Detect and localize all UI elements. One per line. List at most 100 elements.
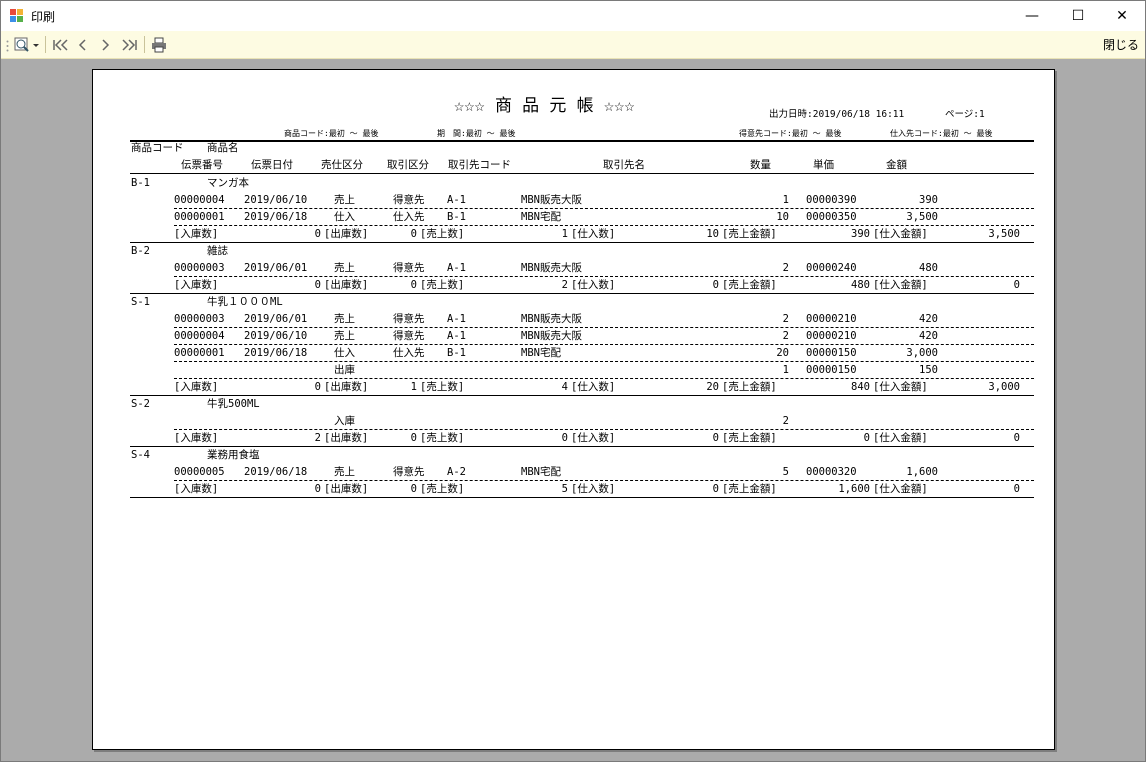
slip-no: 00000003 — [174, 262, 225, 274]
quantity: 2 — [782, 415, 789, 427]
last-page-button[interactable] — [119, 35, 139, 55]
report-title: ☆☆☆ 商 品 元 帳 ☆☆☆ — [454, 96, 635, 116]
window-title: 印刷 — [31, 10, 56, 24]
sum-purchase-amount: 3,500 — [988, 228, 1020, 240]
trade-type: 得意先 — [393, 330, 425, 342]
report-page: ☆☆☆ 商 品 元 帳 ☆☆☆ 出力日時:2019/06/18 16:11 ページ:… — [92, 69, 1055, 750]
trade-type: 仕入先 — [393, 211, 425, 223]
slip-date: 2019/06/01 — [244, 262, 308, 274]
col-partner-name: 取引先名 — [603, 159, 645, 171]
sales-purchase-type: 入庫 — [334, 415, 355, 427]
amount: 1,600 — [906, 466, 938, 478]
row-separator — [174, 361, 1034, 362]
partner-name: MBN販売大阪 — [521, 330, 582, 342]
col-product-name: 商品名 — [207, 142, 239, 154]
sales-purchase-type: 売上 — [334, 313, 355, 325]
partner-name: MBN販売大阪 — [521, 194, 582, 206]
partner-code: A-1 — [447, 313, 466, 325]
sum-purchase-amount: 0 — [1013, 279, 1020, 291]
output-datetime: 出力日時:2019/06/18 16:11 — [769, 109, 905, 120]
sum-purchase-amount: 0 — [1013, 483, 1020, 495]
maximize-button[interactable]: ☐ — [1055, 1, 1101, 31]
partner-code: A-2 — [447, 466, 466, 478]
sales-purchase-type: 仕入 — [334, 347, 355, 359]
col-trade-type: 取引区分 — [387, 159, 429, 171]
row-separator — [174, 208, 1034, 209]
app-icon — [10, 9, 23, 22]
trade-type: 得意先 — [393, 466, 425, 478]
condition-customer: 得意先コード:最初 ～ 最後 — [739, 129, 842, 138]
product-code: S-2 — [131, 398, 150, 410]
partner-code: A-1 — [447, 330, 466, 342]
print-preview-window: 印刷 — ☐ ✕ 閉じる ☆☆☆ 商 品 元 帳 ☆☆☆ 出力日時:2019/0… — [0, 0, 1146, 762]
partner-code: A-1 — [447, 194, 466, 206]
amount: 3,000 — [906, 347, 938, 359]
product-code: S-4 — [131, 449, 150, 461]
toolbar-grip — [6, 40, 9, 52]
group-rule — [130, 242, 1034, 243]
row-separator — [174, 276, 1034, 277]
next-page-button[interactable] — [97, 35, 113, 55]
slip-no: 00000001 — [174, 347, 225, 359]
first-page-icon — [53, 39, 68, 51]
trade-type: 仕入先 — [393, 347, 425, 359]
product-code: B-1 — [131, 177, 150, 189]
title-bar: 印刷 — ☐ ✕ — [1, 1, 1145, 31]
first-page-button[interactable] — [51, 35, 71, 55]
row-separator — [174, 344, 1034, 345]
sales-purchase-type: 売上 — [334, 194, 355, 206]
sum-purchase-amount: 0 — [1013, 432, 1020, 444]
slip-date: 2019/06/18 — [244, 347, 308, 359]
slip-date: 2019/06/10 — [244, 330, 308, 342]
prev-page-icon — [78, 39, 86, 51]
group-rule — [130, 497, 1034, 498]
minimize-button[interactable]: — — [1009, 1, 1055, 31]
amount: 3,500 — [906, 211, 938, 223]
partner-name: MBN宅配 — [521, 211, 561, 223]
partner-name: MBN宅配 — [521, 347, 561, 359]
close-preview-button[interactable]: 閉じる — [1103, 35, 1139, 55]
group-rule — [130, 446, 1034, 447]
amount: 150 — [919, 364, 938, 376]
sales-purchase-type: 売上 — [334, 262, 355, 274]
product-name: 牛乳500ML — [207, 398, 260, 410]
slip-no: 00000004 — [174, 194, 225, 206]
close-window-button[interactable]: ✕ — [1099, 1, 1145, 31]
col-slip-no: 伝票番号 — [181, 159, 223, 171]
col-qty: 数量 — [750, 159, 771, 171]
print-icon — [152, 37, 166, 53]
amount: 420 — [919, 330, 938, 342]
col-amount: 金額 — [886, 159, 907, 171]
slip-date: 2019/06/18 — [244, 211, 308, 223]
product-name: 雑誌 — [207, 245, 228, 257]
row-separator — [174, 327, 1034, 328]
next-page-icon — [102, 39, 110, 51]
partner-name: MBN販売大阪 — [521, 262, 582, 274]
print-button[interactable] — [149, 35, 169, 55]
slip-no: 00000005 — [174, 466, 225, 478]
prev-page-button[interactable] — [75, 35, 91, 55]
amount: 420 — [919, 313, 938, 325]
condition-supplier: 仕入先コード:最初 ～ 最後 — [890, 129, 993, 138]
toolbar: 閉じる — [1, 31, 1145, 59]
slip-no: 00000003 — [174, 313, 225, 325]
sales-purchase-type: 仕入 — [334, 211, 355, 223]
row-separator — [174, 480, 1034, 481]
col-slip-date: 伝票日付 — [251, 159, 293, 171]
col-partner-code: 取引先コード — [448, 159, 511, 171]
amount: 480 — [919, 262, 938, 274]
last-page-icon — [122, 39, 137, 51]
slip-date: 2019/06/10 — [244, 194, 308, 206]
zoom-dropdown[interactable] — [13, 35, 41, 55]
row-separator — [174, 429, 1034, 430]
trade-type: 得意先 — [393, 262, 425, 274]
partner-code: B-1 — [447, 347, 466, 359]
col-sales-purchase: 売仕区分 — [321, 159, 363, 171]
partner-code: A-1 — [447, 262, 466, 274]
condition-product: 商品コード:最初 ～ 最後 — [284, 129, 379, 138]
slip-no: 00000004 — [174, 330, 225, 342]
slip-no: 00000001 — [174, 211, 225, 223]
header-bottom-rule — [130, 173, 1034, 174]
sales-purchase-type: 出庫 — [334, 364, 355, 376]
page-number: ページ:1 — [945, 109, 985, 120]
